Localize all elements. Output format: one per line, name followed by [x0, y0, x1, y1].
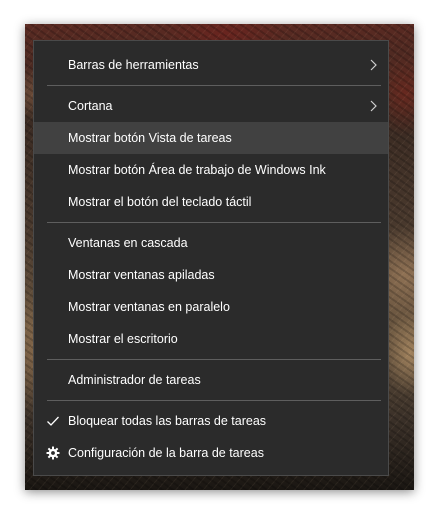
taskbar-context-menu: Barras de herramientas Cortana Mostrar b… — [33, 40, 389, 476]
menu-item-label: Barras de herramientas — [68, 58, 199, 72]
menu-separator — [47, 222, 381, 223]
menu-item-show-touch-keyboard-button[interactable]: Mostrar el botón del teclado táctil — [34, 186, 388, 218]
menu-item-show-task-view-button[interactable]: Mostrar botón Vista de tareas — [34, 122, 388, 154]
menu-item-cortana[interactable]: Cortana — [34, 90, 388, 122]
menu-item-label: Bloquear todas las barras de tareas — [68, 414, 267, 428]
menu-item-label: Cortana — [68, 99, 113, 113]
chevron-right-icon — [370, 100, 377, 112]
menu-item-show-windows-side-by-side[interactable]: Mostrar ventanas en paralelo — [34, 291, 388, 323]
menu-item-show-desktop[interactable]: Mostrar el escritorio — [34, 323, 388, 355]
menu-item-cascade-windows[interactable]: Ventanas en cascada — [34, 227, 388, 259]
menu-item-label: Configuración de la barra de tareas — [68, 446, 264, 460]
menu-item-task-manager[interactable]: Administrador de tareas — [34, 364, 388, 396]
menu-item-label: Mostrar el botón del teclado táctil — [68, 195, 252, 209]
menu-item-label: Mostrar ventanas en paralelo — [68, 300, 230, 314]
menu-separator — [47, 85, 381, 86]
checkmark-icon — [47, 416, 59, 426]
menu-item-show-windows-stacked[interactable]: Mostrar ventanas apiladas — [34, 259, 388, 291]
menu-item-label: Administrador de tareas — [68, 373, 201, 387]
menu-item-label: Mostrar ventanas apiladas — [68, 268, 215, 282]
menu-item-label: Ventanas en cascada — [68, 236, 188, 250]
gear-icon — [46, 446, 60, 460]
menu-separator — [47, 400, 381, 401]
menu-separator — [47, 359, 381, 360]
menu-item-lock-all-taskbars[interactable]: Bloquear todas las barras de tareas — [34, 405, 388, 437]
menu-item-label: Mostrar el escritorio — [68, 332, 178, 346]
screenshot-frame: Barras de herramientas Cortana Mostrar b… — [0, 0, 439, 516]
menu-item-label: Mostrar botón Área de trabajo de Windows… — [68, 163, 326, 177]
chevron-right-icon — [370, 59, 377, 71]
menu-item-taskbar-settings[interactable]: Configuración de la barra de tareas — [34, 437, 388, 469]
menu-item-show-windows-ink-button[interactable]: Mostrar botón Área de trabajo de Windows… — [34, 154, 388, 186]
menu-item-label: Mostrar botón Vista de tareas — [68, 131, 232, 145]
menu-item-toolbars[interactable]: Barras de herramientas — [34, 49, 388, 81]
